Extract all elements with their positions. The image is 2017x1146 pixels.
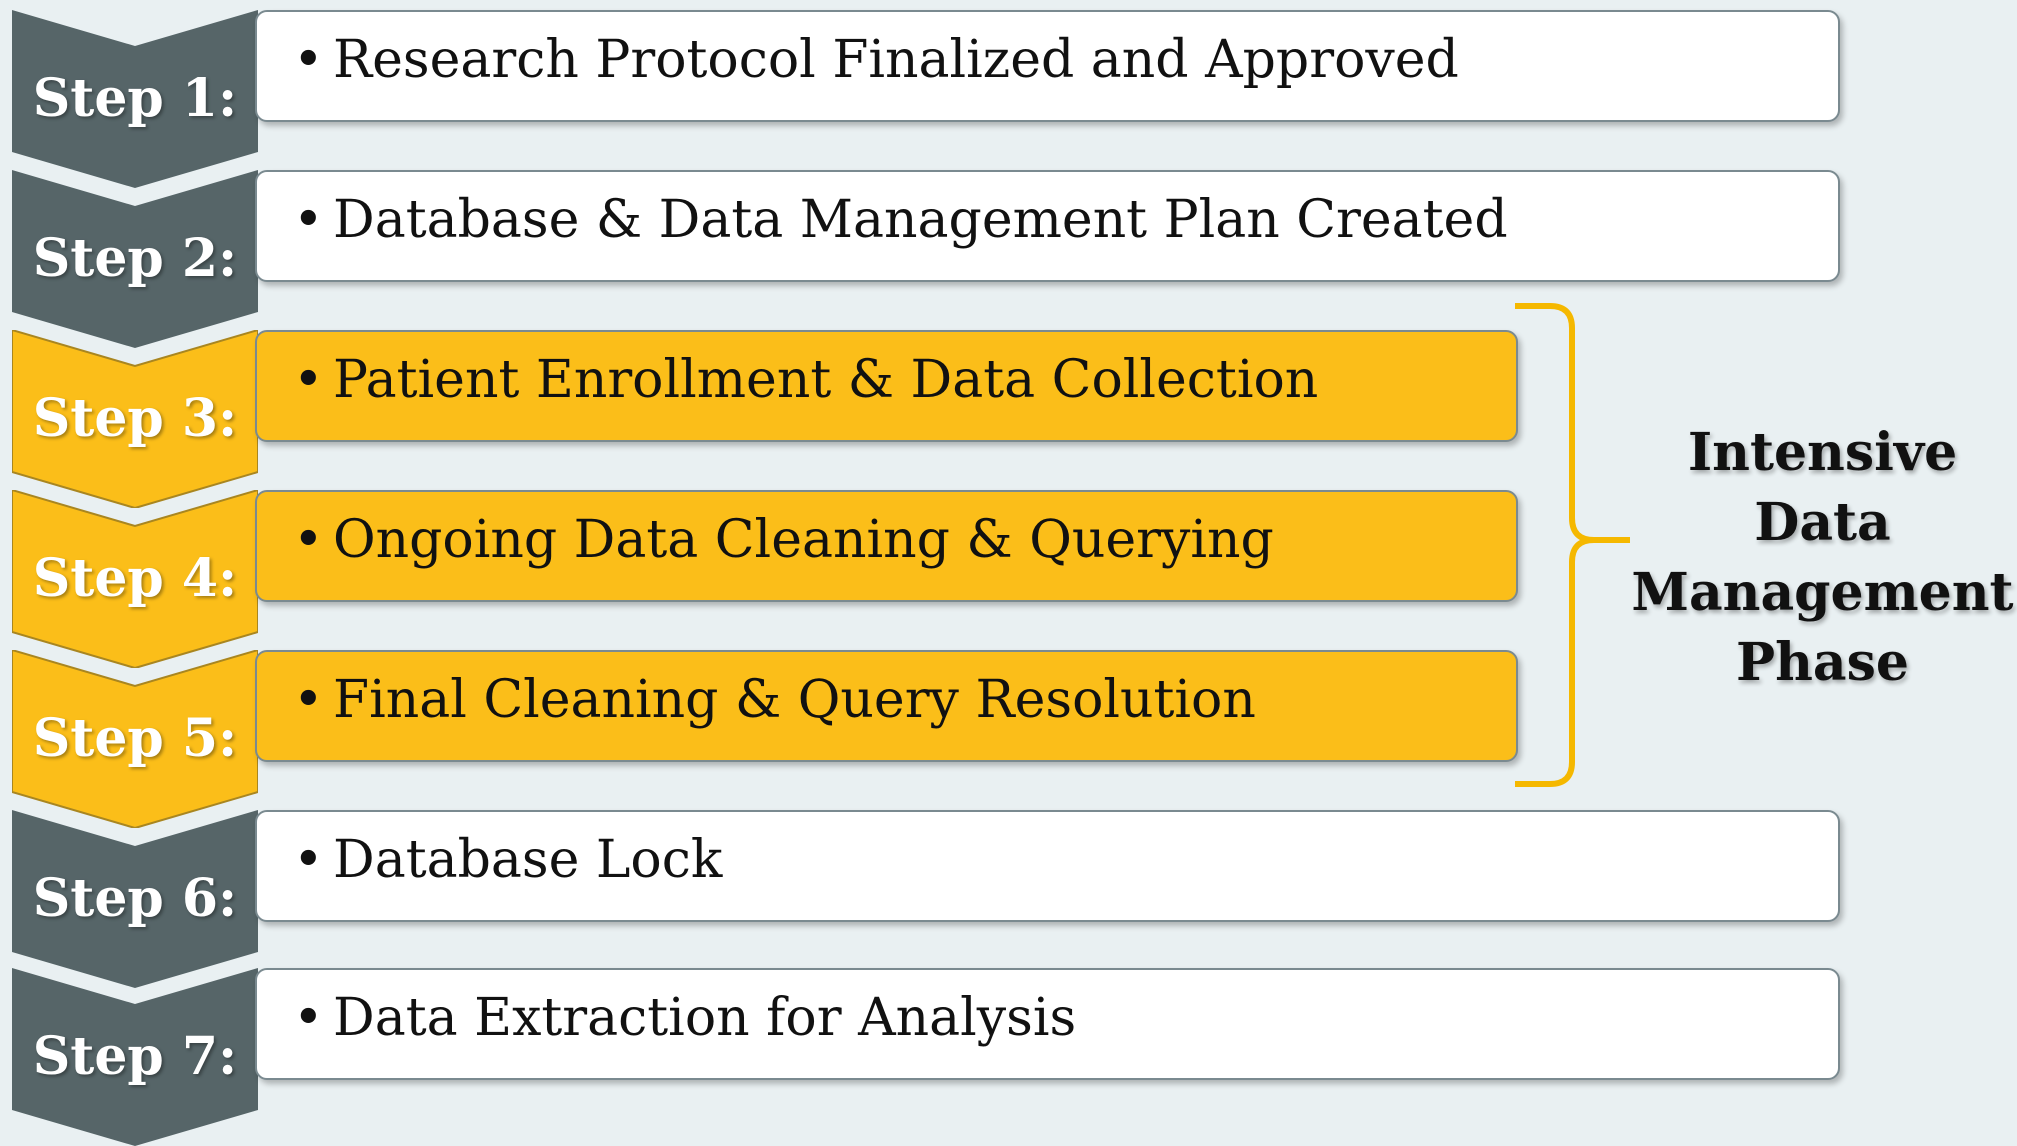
step-6-label: Step 6: [32,868,238,929]
step-3-text: • Patient Enrollment & Data Collection [293,350,1319,410]
step-1-box: • Research Protocol Finalized and Approve… [255,10,1840,122]
phase-label: Intensive Data Management Phase [1630,418,2015,698]
step-7-text: • Data Extraction for Analysis [293,988,1077,1048]
step-6-text: • Database Lock [293,830,723,890]
step-4-chevron: Step 4: [12,490,258,668]
step-5-chevron: Step 5: [12,650,258,828]
step-7-label: Step 7: [32,1026,238,1087]
step-5-box: • Final Cleaning & Query Resolution [255,650,1518,762]
step-3-chevron: Step 3: [12,330,258,508]
phase-line: Intensive [1687,422,1958,483]
phase-bracket [1515,303,1630,787]
step-1-chevron: Step 1: [12,10,258,188]
phase-line: Phase [1736,632,1909,693]
bullet: • [293,670,324,730]
phase-line: Management [1631,562,2014,623]
step-6-box: • Database Lock [255,810,1840,922]
step-5-label: Step 5: [32,708,238,769]
step-2-label: Step 2: [32,228,238,289]
step-3-label: Step 3: [32,388,238,449]
step-1-label: Step 1: [32,68,238,129]
step-2-chevron: Step 2: [12,170,258,348]
step-5-text: • Final Cleaning & Query Resolution [293,670,1256,730]
step-7-chevron: Step 7: [12,968,258,1146]
bullet: • [293,830,324,890]
step-1-text: • Research Protocol Finalized and Approve… [293,30,1459,90]
bullet: • [293,350,324,410]
step-4-label: Step 4: [32,548,238,609]
step-6-chevron: Step 6: [12,810,258,988]
step-2-box: • Database & Data Management Plan Created [255,170,1840,282]
bullet: • [293,190,324,250]
bullet: • [293,30,324,90]
step-4-text: • Ongoing Data Cleaning & Querying [293,510,1274,570]
step-4-box: • Ongoing Data Cleaning & Querying [255,490,1518,602]
step-7-box: • Data Extraction for Analysis [255,968,1840,1080]
step-2-text: • Database & Data Management Plan Created [293,190,1508,250]
phase-line: Data [1754,492,1891,553]
bullet: • [293,988,324,1048]
bullet: • [293,510,324,570]
step-3-box: • Patient Enrollment & Data Collection [255,330,1518,442]
